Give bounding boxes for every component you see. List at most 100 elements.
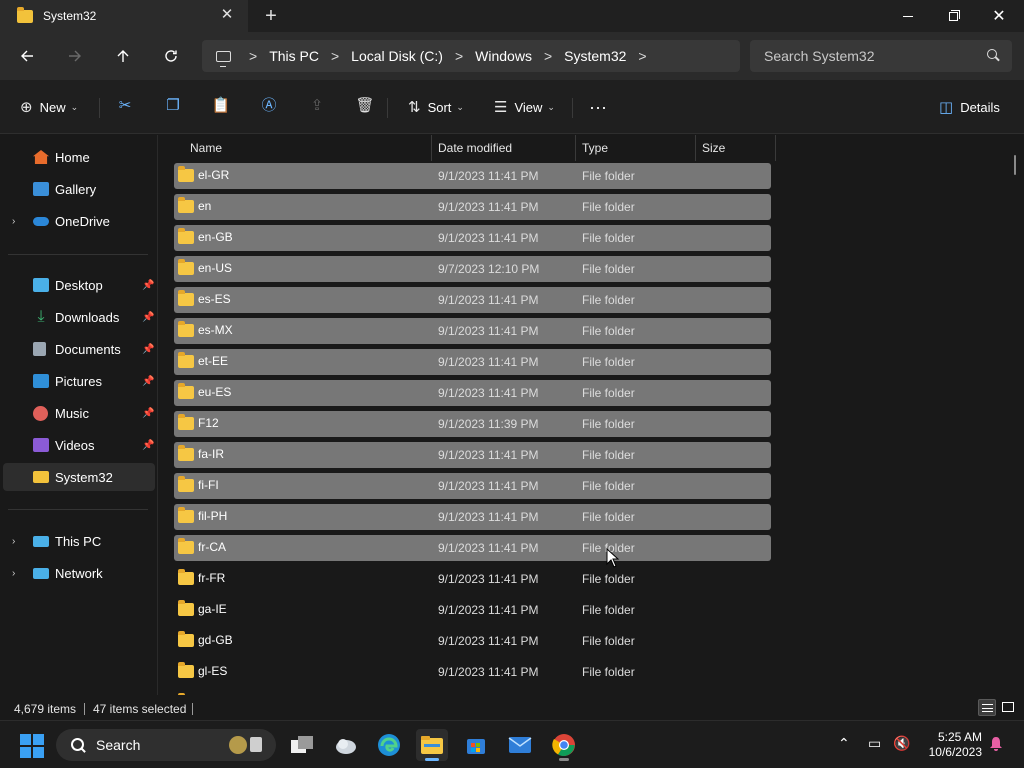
file-type: File folder	[582, 417, 635, 431]
sort-button[interactable]: ⇅ Sort ⌄	[408, 96, 464, 118]
sidebar-item-network[interactable]: › Network	[3, 559, 155, 587]
file-row[interactable]: en-GB 9/1/2023 11:41 PM File folder	[174, 225, 771, 251]
file-row[interactable]: fi-FI 9/1/2023 11:41 PM File folder	[174, 473, 771, 499]
navigation-pane: Home Gallery › OneDrive Desktop 📌 ⤓ Down…	[0, 135, 158, 695]
breadcrumb-windows[interactable]: Windows	[469, 48, 538, 64]
sidebar-item-gallery[interactable]: Gallery	[3, 175, 155, 203]
file-type: File folder	[582, 262, 635, 276]
file-name: ga-IE	[198, 602, 227, 616]
maximize-button[interactable]	[930, 0, 976, 32]
edge-button[interactable]	[373, 729, 405, 761]
chrome-button[interactable]	[548, 729, 580, 761]
more-options-button[interactable]: ···	[589, 96, 607, 118]
search-input[interactable]: Search System32	[750, 40, 1012, 72]
close-tab-icon[interactable]: ✕	[219, 7, 235, 23]
sidebar-item-documents[interactable]: Documents 📌	[3, 335, 155, 363]
breadcrumb-local-disk[interactable]: Local Disk (C:)	[345, 48, 449, 64]
file-row[interactable]: el-GR 9/1/2023 11:41 PM File folder	[174, 163, 771, 189]
file-row[interactable]: fr-CA 9/1/2023 11:41 PM File folder	[174, 535, 771, 561]
breadcrumb-separator[interactable]: >	[243, 48, 263, 64]
column-size[interactable]: Size	[696, 135, 776, 161]
file-row[interactable]: ga-IE 9/1/2023 11:41 PM File folder	[174, 597, 771, 623]
file-row[interactable]: fr-FR 9/1/2023 11:41 PM File folder	[174, 566, 771, 592]
start-button[interactable]	[20, 734, 44, 758]
column-date-modified[interactable]: Date modified	[432, 135, 576, 161]
copy-button[interactable]: ❐	[163, 96, 183, 116]
view-button[interactable]: ☰ View ⌄	[494, 96, 555, 118]
task-view-icon	[291, 736, 313, 753]
widgets-button[interactable]	[330, 729, 362, 761]
file-row[interactable]: gl-ES 9/1/2023 11:41 PM File folder	[174, 659, 771, 685]
file-row[interactable]: en-US 9/7/2023 12:10 PM File folder	[174, 256, 771, 282]
file-row[interactable]: et-EE 9/1/2023 11:41 PM File folder	[174, 349, 771, 375]
file-explorer-button[interactable]	[416, 729, 448, 761]
search-icon[interactable]	[984, 47, 1002, 65]
sidebar-item-music[interactable]: Music 📌	[3, 399, 155, 427]
file-row[interactable]: fil-PH 9/1/2023 11:41 PM File folder	[174, 504, 771, 530]
chevron-right-icon[interactable]: ›	[12, 536, 15, 547]
chevron-up-icon[interactable]: ⌃	[838, 735, 850, 752]
sidebar-item-desktop[interactable]: Desktop 📌	[3, 271, 155, 299]
breadcrumb-system32[interactable]: System32	[558, 48, 632, 64]
file-row[interactable]: es-MX 9/1/2023 11:41 PM File folder	[174, 318, 771, 344]
sidebar-item-onedrive[interactable]: › OneDrive	[3, 207, 155, 235]
volume-mute-icon[interactable]: 🔇	[893, 735, 910, 752]
details-pane-button[interactable]: ◫ Details	[939, 96, 1000, 118]
clock[interactable]: 5:25 AM 10/6/2023	[920, 730, 982, 760]
file-row[interactable]: eu-ES 9/1/2023 11:41 PM File folder	[174, 380, 771, 406]
mail-button[interactable]	[504, 729, 536, 761]
sidebar-item-videos[interactable]: Videos 📌	[3, 431, 155, 459]
breadcrumb-separator[interactable]: >	[538, 48, 558, 64]
network-status-icon[interactable]: ▭	[868, 735, 881, 752]
new-button[interactable]: ⊕ New ⌄	[20, 96, 78, 118]
paste-icon: 📋	[211, 97, 231, 114]
forward-button[interactable]	[59, 40, 91, 72]
file-row[interactable]: fa-IR 9/1/2023 11:41 PM File folder	[174, 442, 771, 468]
sidebar-item-label: Home	[55, 149, 90, 165]
rename-button[interactable]: Ⓐ	[259, 96, 279, 116]
sidebar-item-system32[interactable]: System32	[3, 463, 155, 491]
sidebar-item-downloads[interactable]: ⤓ Downloads 📌	[3, 303, 155, 331]
delete-button[interactable]: 🗑	[355, 96, 375, 116]
folder-icon	[178, 569, 194, 585]
mail-icon	[508, 737, 532, 753]
chevron-right-icon[interactable]: ›	[12, 568, 15, 579]
cut-button[interactable]: ✂	[115, 96, 135, 116]
sidebar-item-pictures[interactable]: Pictures 📌	[3, 367, 155, 395]
notification-bell-icon[interactable]	[988, 736, 1004, 752]
chevron-right-icon[interactable]: ›	[12, 216, 15, 227]
breadcrumb-this-pc[interactable]: This PC	[263, 48, 325, 64]
sidebar-item-home[interactable]: Home	[3, 143, 155, 171]
task-view-button[interactable]	[286, 729, 318, 761]
refresh-button[interactable]	[155, 40, 187, 72]
tab-system32[interactable]: System32 ✕	[0, 0, 248, 32]
share-button[interactable]: ⇪	[307, 96, 327, 116]
breadcrumb-separator[interactable]: >	[325, 48, 345, 64]
breadcrumb-separator[interactable]: >	[632, 48, 652, 64]
file-row[interactable]: F12 9/1/2023 11:39 PM File folder	[174, 411, 771, 437]
store-button[interactable]	[460, 729, 492, 761]
tiles-view-button[interactable]	[999, 699, 1017, 716]
scrollbar[interactable]	[1014, 155, 1016, 175]
file-row[interactable]: gd-GB 9/1/2023 11:41 PM File folder	[174, 628, 771, 654]
pictures-icon	[33, 374, 49, 388]
paste-button[interactable]: 📋	[211, 96, 231, 116]
weather-icon	[336, 739, 356, 754]
windows-logo-icon	[33, 734, 44, 745]
minimize-button[interactable]	[885, 0, 931, 32]
close-window-button[interactable]: ✕	[976, 0, 1022, 32]
taskbar-search[interactable]: Search	[56, 729, 276, 761]
back-button[interactable]	[11, 40, 43, 72]
sidebar-item-this-pc[interactable]: › This PC	[3, 527, 155, 555]
column-type[interactable]: Type	[576, 135, 696, 161]
breadcrumb-separator[interactable]: >	[449, 48, 469, 64]
new-tab-button[interactable]: +	[262, 6, 280, 26]
file-name: eu-ES	[198, 385, 232, 399]
details-view-button[interactable]	[978, 699, 996, 716]
file-name: fi-FI	[198, 478, 219, 492]
file-row[interactable]: es-ES 9/1/2023 11:41 PM File folder	[174, 287, 771, 313]
up-button[interactable]	[107, 40, 139, 72]
address-bar[interactable]: > This PC > Local Disk (C:) > Windows > …	[202, 40, 740, 72]
file-row[interactable]: en 9/1/2023 11:41 PM File folder	[174, 194, 771, 220]
file-name: el-GR	[198, 168, 230, 182]
